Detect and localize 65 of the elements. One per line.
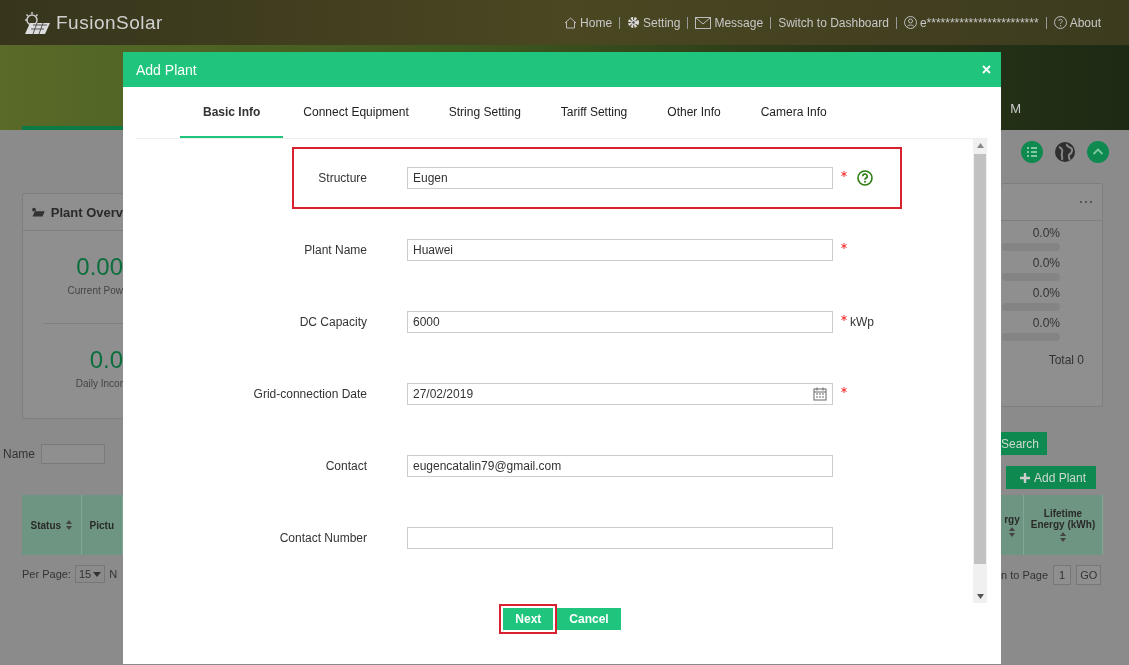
- stat-label: Current Pow: [67, 285, 123, 296]
- dialog-tab[interactable]: Tariff Setting: [540, 87, 648, 138]
- close-icon[interactable]: [982, 65, 991, 74]
- unit-label: kWp: [850, 315, 874, 329]
- share-reading: 0.0%: [1032, 316, 1060, 330]
- nav-link[interactable]: About: [1053, 15, 1101, 30]
- text-input[interactable]: Huawei: [407, 239, 833, 261]
- text-input[interactable]: 6000: [407, 311, 833, 333]
- stat-label: Daily Incor: [75, 378, 123, 389]
- calendar-icon[interactable]: [813, 387, 827, 401]
- per-page-label: Per Page:: [22, 568, 71, 580]
- column-header[interactable]: Status: [22, 495, 82, 555]
- go-button[interactable]: GO: [1076, 565, 1102, 585]
- envelope-icon: [695, 16, 712, 29]
- help-icon: [1053, 16, 1067, 29]
- nav-link[interactable]: Home: [564, 15, 613, 30]
- field-label: Plant Name: [303, 243, 367, 257]
- scroll-up-arrow-icon[interactable]: [976, 143, 984, 148]
- dialog-title: Add Plant: [136, 61, 197, 78]
- name-label: Name: [3, 447, 35, 461]
- share-reading: 0.0%: [1032, 256, 1060, 270]
- solar-panel-logo-icon: [22, 10, 52, 35]
- pager-text: N: [109, 568, 118, 580]
- text-input[interactable]: [407, 527, 833, 549]
- field-label: Structure: [317, 171, 367, 185]
- help-icon[interactable]: [857, 170, 873, 186]
- plus-icon: [1020, 472, 1030, 483]
- app-logo-text: FusionSolar: [56, 11, 163, 34]
- card-title: Plant Overv: [50, 204, 123, 220]
- scroll-down-arrow-icon[interactable]: [976, 594, 984, 599]
- chevron-up-icon[interactable]: [1087, 141, 1109, 163]
- nav-link[interactable]: Switch to Dashboard: [778, 15, 889, 30]
- field-label: Grid-connection Date: [252, 387, 367, 401]
- dialog-tab[interactable]: Basic Info: [180, 87, 284, 138]
- nav-link[interactable]: Message: [695, 15, 764, 30]
- user-icon: [903, 16, 917, 29]
- share-reading: 0.0%: [1032, 286, 1060, 300]
- field-label: DC Capacity: [298, 315, 367, 329]
- banner-text: M: [1010, 101, 1021, 116]
- list-icon[interactable]: [1021, 141, 1043, 163]
- column-header[interactable]: Lifetime Energy (kWh): [1024, 495, 1103, 555]
- stat-value: 0.0: [89, 346, 123, 374]
- solar-panel-icon: [31, 206, 45, 218]
- settings-icon: [627, 16, 641, 29]
- field-label: Contact Number: [278, 531, 367, 545]
- text-input[interactable]: 27/02/2019: [407, 383, 833, 405]
- page-input[interactable]: 1: [1053, 565, 1072, 585]
- caret-icon: [93, 571, 102, 577]
- nav-link[interactable]: Setting: [627, 15, 681, 30]
- per-page-select[interactable]: 15: [74, 565, 106, 583]
- total-text: Total 0: [1047, 353, 1085, 367]
- dialog-tab[interactable]: Connect Equipment: [283, 87, 429, 138]
- text-input[interactable]: Eugen: [407, 167, 833, 189]
- dialog-tab[interactable]: String Setting: [428, 87, 541, 138]
- globe-icon[interactable]: [1054, 141, 1076, 163]
- stat-value: 0.00: [76, 253, 123, 281]
- share-reading: 0.0%: [1032, 226, 1060, 240]
- home-icon: [564, 16, 578, 29]
- nav-link[interactable]: e************************: [903, 15, 1039, 30]
- text-input[interactable]: eugencatalin79@gmail.com: [407, 455, 833, 477]
- scrollbar[interactable]: [973, 139, 987, 603]
- jump-label: n to Page: [1001, 569, 1049, 581]
- dialog-tab[interactable]: Camera Info: [740, 87, 847, 138]
- dialog-tab[interactable]: Other Info: [647, 87, 741, 138]
- field-label: Contact: [324, 459, 367, 473]
